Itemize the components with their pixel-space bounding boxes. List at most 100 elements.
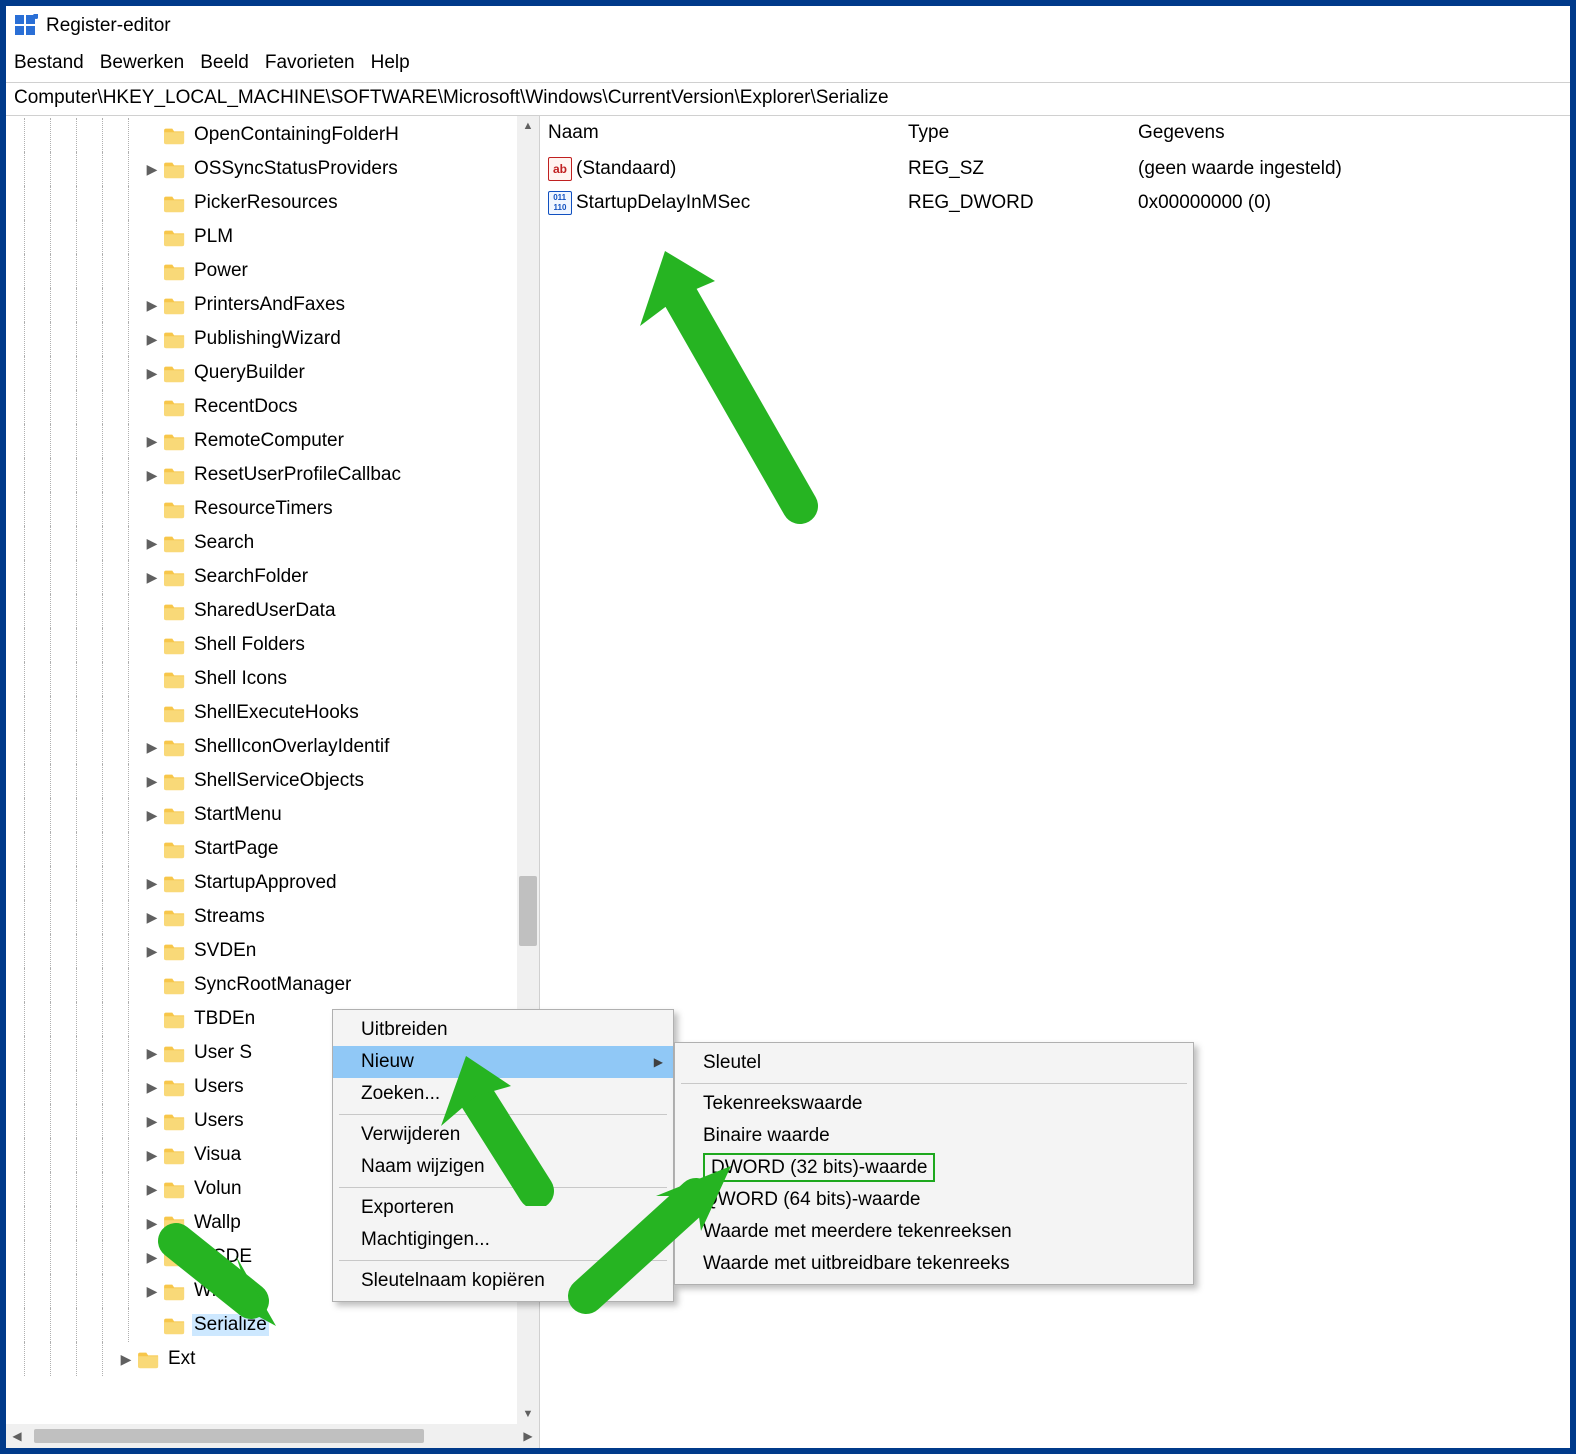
expander-icon[interactable]: ▶	[142, 807, 162, 824]
tree-item-label: SyncRootManager	[192, 974, 353, 996]
scroll-left-arrow-icon[interactable]: ◀	[6, 1429, 28, 1443]
menu-item-label: Sleutel	[703, 1052, 761, 1073]
expander-icon[interactable]: ▶	[142, 161, 162, 178]
tree-item[interactable]: ▶ ShellIconOverlayIdentif	[6, 730, 539, 764]
menu-favorites[interactable]: Favorieten	[265, 52, 355, 74]
tree-item-label: StartupApproved	[192, 872, 339, 894]
tree-item-label: ShellExecuteHooks	[192, 702, 361, 724]
tree-item[interactable]: Shell Icons	[6, 662, 539, 696]
tree-item[interactable]: Shell Folders	[6, 628, 539, 662]
column-header-name[interactable]: Naam	[548, 122, 908, 144]
menu-item[interactable]: Uitbreiden	[333, 1014, 673, 1046]
menu-help[interactable]: Help	[371, 52, 410, 74]
folder-icon	[164, 193, 186, 213]
expander-icon[interactable]: ▶	[142, 535, 162, 552]
folder-icon	[164, 1043, 186, 1063]
menu-edit[interactable]: Bewerken	[100, 52, 185, 74]
expander-icon[interactable]: ▶	[142, 773, 162, 790]
value-row[interactable]: 011 110StartupDelayInMSecREG_DWORD0x0000…	[548, 186, 1562, 220]
column-header-data[interactable]: Gegevens	[1138, 122, 1562, 144]
context-submenu-new[interactable]: Sleutel TekenreekswaardeBinaire waardeDWO…	[674, 1042, 1194, 1285]
tree-item[interactable]: PLM	[6, 220, 539, 254]
tree-item[interactable]: ▶SVDEn	[6, 934, 539, 968]
folder-icon	[164, 1179, 186, 1199]
tree-item[interactable]: ShellExecuteHooks	[6, 696, 539, 730]
menu-item[interactable]: Binaire waarde	[675, 1120, 1193, 1152]
registry-editor-window: Register-editor Bestand Bewerken Beeld F…	[0, 0, 1576, 1454]
tree-item[interactable]: SyncRootManager	[6, 968, 539, 1002]
tree-horizontal-scrollbar[interactable]: ◀ ▶	[6, 1424, 539, 1448]
folder-icon	[164, 261, 186, 281]
annotation-arrow-1	[610, 236, 850, 536]
expander-icon[interactable]: ▶	[142, 1181, 162, 1198]
scroll-up-arrow-icon[interactable]: ▲	[517, 116, 539, 136]
column-header-type[interactable]: Type	[908, 122, 1138, 144]
folder-icon	[164, 533, 186, 553]
tree-item-label: ShellServiceObjects	[192, 770, 366, 792]
tree-item[interactable]: StartPage	[6, 832, 539, 866]
expander-icon[interactable]: ▶	[142, 1147, 162, 1164]
tree-item[interactable]: ▶StartMenu	[6, 798, 539, 832]
tree-item[interactable]: ▶ StartupApproved	[6, 866, 539, 900]
tree-item[interactable]: ResourceTimers	[6, 492, 539, 526]
titlebar: Register-editor	[6, 6, 1570, 46]
folder-icon	[164, 669, 186, 689]
tree-item[interactable]: OpenContainingFolderH	[6, 118, 539, 152]
value-row[interactable]: ab(Standaard)REG_SZ(geen waarde ingestel…	[548, 152, 1562, 186]
tree-item[interactable]: PickerResources	[6, 186, 539, 220]
scrollbar-thumb[interactable]	[519, 876, 537, 946]
expander-icon[interactable]: ▶	[142, 1079, 162, 1096]
tree-item[interactable]: ▶QueryBuilder	[6, 356, 539, 390]
tree-item-label: ResourceTimers	[192, 498, 335, 520]
expander-icon[interactable]: ▶	[142, 1045, 162, 1062]
expander-icon[interactable]: ▶	[142, 569, 162, 586]
tree-item[interactable]: ▶SearchFolder	[6, 560, 539, 594]
tree-item-label: ResetUserProfileCallbac	[192, 464, 403, 486]
tree-item[interactable]: Power	[6, 254, 539, 288]
tree-item[interactable]: SharedUserData	[6, 594, 539, 628]
expander-icon[interactable]: ▶	[142, 467, 162, 484]
menu-item[interactable]: Waarde met meerdere tekenreeksen	[675, 1216, 1193, 1248]
expander-icon[interactable]: ▶	[142, 297, 162, 314]
tree-item[interactable]: ▶ ShellServiceObjects	[6, 764, 539, 798]
menu-view[interactable]: Beeld	[200, 52, 249, 74]
tree-item[interactable]: RecentDocs	[6, 390, 539, 424]
menu-item[interactable]: Sleutel	[675, 1047, 1193, 1079]
tree-item[interactable]: ▶OSSyncStatusProviders	[6, 152, 539, 186]
hscroll-track[interactable]	[28, 1429, 517, 1443]
menu-item-label: Nieuw	[361, 1051, 414, 1072]
tree-item[interactable]: ▶ ResetUserProfileCallbac	[6, 458, 539, 492]
address-bar[interactable]: Computer\HKEY_LOCAL_MACHINE\SOFTWARE\Mic…	[6, 83, 1570, 116]
expander-icon[interactable]: ▶	[142, 433, 162, 450]
menu-item[interactable]: Tekenreekswaarde	[675, 1088, 1193, 1120]
expander-icon[interactable]: ▶	[142, 739, 162, 756]
tree-item[interactable]: ▶Ext	[6, 1342, 539, 1376]
expander-icon[interactable]: ▶	[142, 331, 162, 348]
hscroll-thumb[interactable]	[34, 1429, 424, 1443]
value-type: REG_SZ	[908, 158, 1138, 180]
expander-icon[interactable]: ▶	[142, 943, 162, 960]
tree-item[interactable]: ▶Streams	[6, 900, 539, 934]
tree-item[interactable]: ▶PrintersAndFaxes	[6, 288, 539, 322]
folder-icon	[164, 159, 186, 179]
folder-icon	[164, 941, 186, 961]
menu-item-label: Waarde met uitbreidbare tekenreeks	[703, 1253, 1010, 1274]
menu-file[interactable]: Bestand	[14, 52, 84, 74]
expander-icon[interactable]: ▶	[142, 1113, 162, 1130]
menu-item[interactable]: Waarde met uitbreidbare tekenreeks	[675, 1248, 1193, 1280]
expander-icon[interactable]: ▶	[142, 365, 162, 382]
value-name: (Standaard)	[576, 158, 676, 180]
tree-item[interactable]: ▶RemoteComputer	[6, 424, 539, 458]
scroll-down-arrow-icon[interactable]: ▼	[517, 1404, 539, 1424]
scroll-right-arrow-icon[interactable]: ▶	[517, 1429, 539, 1443]
tree-item[interactable]: ▶Search	[6, 526, 539, 560]
expander-icon[interactable]: ▶	[116, 1351, 136, 1368]
menu-item[interactable]: QWORD (64 bits)-waarde	[675, 1184, 1193, 1216]
expander-icon[interactable]: ▶	[142, 875, 162, 892]
tree-item-label: ShellIconOverlayIdentif	[192, 736, 391, 758]
folder-icon	[164, 431, 186, 451]
tree-item[interactable]: ▶PublishingWizard	[6, 322, 539, 356]
menu-item[interactable]: DWORD (32 bits)-waarde	[675, 1152, 1193, 1184]
expander-icon[interactable]: ▶	[142, 909, 162, 926]
folder-icon	[164, 635, 186, 655]
